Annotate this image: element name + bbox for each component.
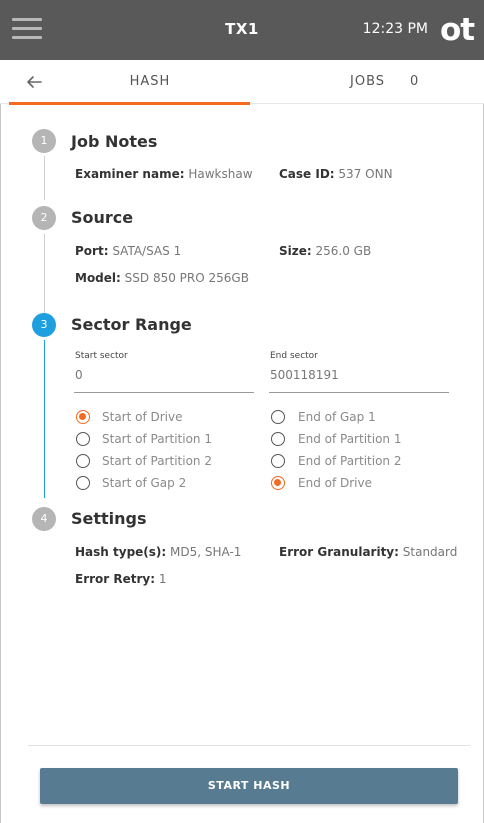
step-connector <box>44 234 45 316</box>
step-connector <box>44 156 45 200</box>
case-id-field: Case ID: 537 ONN <box>279 167 393 181</box>
radio-label: End of Drive <box>298 476 372 490</box>
radio-label: End of Partition 1 <box>298 432 402 446</box>
radio-end-of-gap-1[interactable] <box>271 410 285 424</box>
tab-bar: HASH JOBS 0 <box>0 60 484 105</box>
clock-time: 12:23 PM <box>362 21 428 37</box>
radio-end-of-drive[interactable] <box>271 476 285 490</box>
radio-label: End of Gap 1 <box>298 410 376 424</box>
tab-jobs[interactable]: JOBS <box>350 60 385 104</box>
radio-start-of-drive[interactable] <box>76 410 90 424</box>
hash-type-field: Hash type(s): MD5, SHA-1 <box>75 545 242 559</box>
step-number-2: 2 <box>32 206 56 230</box>
start-hash-button[interactable]: START HASH <box>40 768 458 804</box>
error-retry-field: Error Retry: 1 <box>75 572 167 586</box>
radio-start-of-gap-2[interactable] <box>76 476 90 490</box>
start-sector-label: Start sector <box>75 351 128 361</box>
start-sector-underline <box>74 392 254 393</box>
start-sector-input[interactable]: 0 <box>75 368 83 382</box>
radio-label: Start of Partition 2 <box>102 454 212 468</box>
radio-start-of-partition-1[interactable] <box>76 432 90 446</box>
step-title-settings: Settings <box>71 509 147 528</box>
end-sector-underline <box>269 392 449 393</box>
examiner-name-field: Examiner name: Hawkshaw <box>75 167 253 181</box>
model-field: Model: SSD 850 PRO 256GB <box>75 271 249 285</box>
hash-form: 1 Job Notes Examiner name: Hawkshaw Case… <box>0 104 484 745</box>
step-connector-active <box>44 340 45 498</box>
step-title-sector-range: Sector Range <box>71 315 192 334</box>
bottom-divider <box>28 745 470 746</box>
error-granularity-field: Error Granularity: Standard <box>279 545 458 559</box>
step-title-source: Source <box>71 208 134 227</box>
step-number-1: 1 <box>32 129 56 153</box>
brand-logo: ot <box>440 12 475 48</box>
tab-hash[interactable]: HASH <box>0 60 250 104</box>
radio-label: Start of Drive <box>102 410 183 424</box>
end-sector-input[interactable]: 500118191 <box>270 368 339 382</box>
end-sector-label: End sector <box>270 351 318 361</box>
radio-label: Start of Partition 1 <box>102 432 212 446</box>
step-number-3: 3 <box>32 313 56 337</box>
size-field: Size: 256.0 GB <box>279 244 372 258</box>
radio-end-of-partition-2[interactable] <box>271 454 285 468</box>
jobs-count-badge: 0 <box>410 74 419 89</box>
step-title-job-notes: Job Notes <box>71 132 158 151</box>
step-number-4: 4 <box>32 507 56 531</box>
radio-start-of-partition-2[interactable] <box>76 454 90 468</box>
radio-label: Start of Gap 2 <box>102 476 187 490</box>
port-field: Port: SATA/SAS 1 <box>75 244 182 258</box>
radio-label: End of Partition 2 <box>298 454 402 468</box>
radio-end-of-partition-1[interactable] <box>271 432 285 446</box>
top-bar: TX1 12:23 PM ot <box>0 0 484 60</box>
